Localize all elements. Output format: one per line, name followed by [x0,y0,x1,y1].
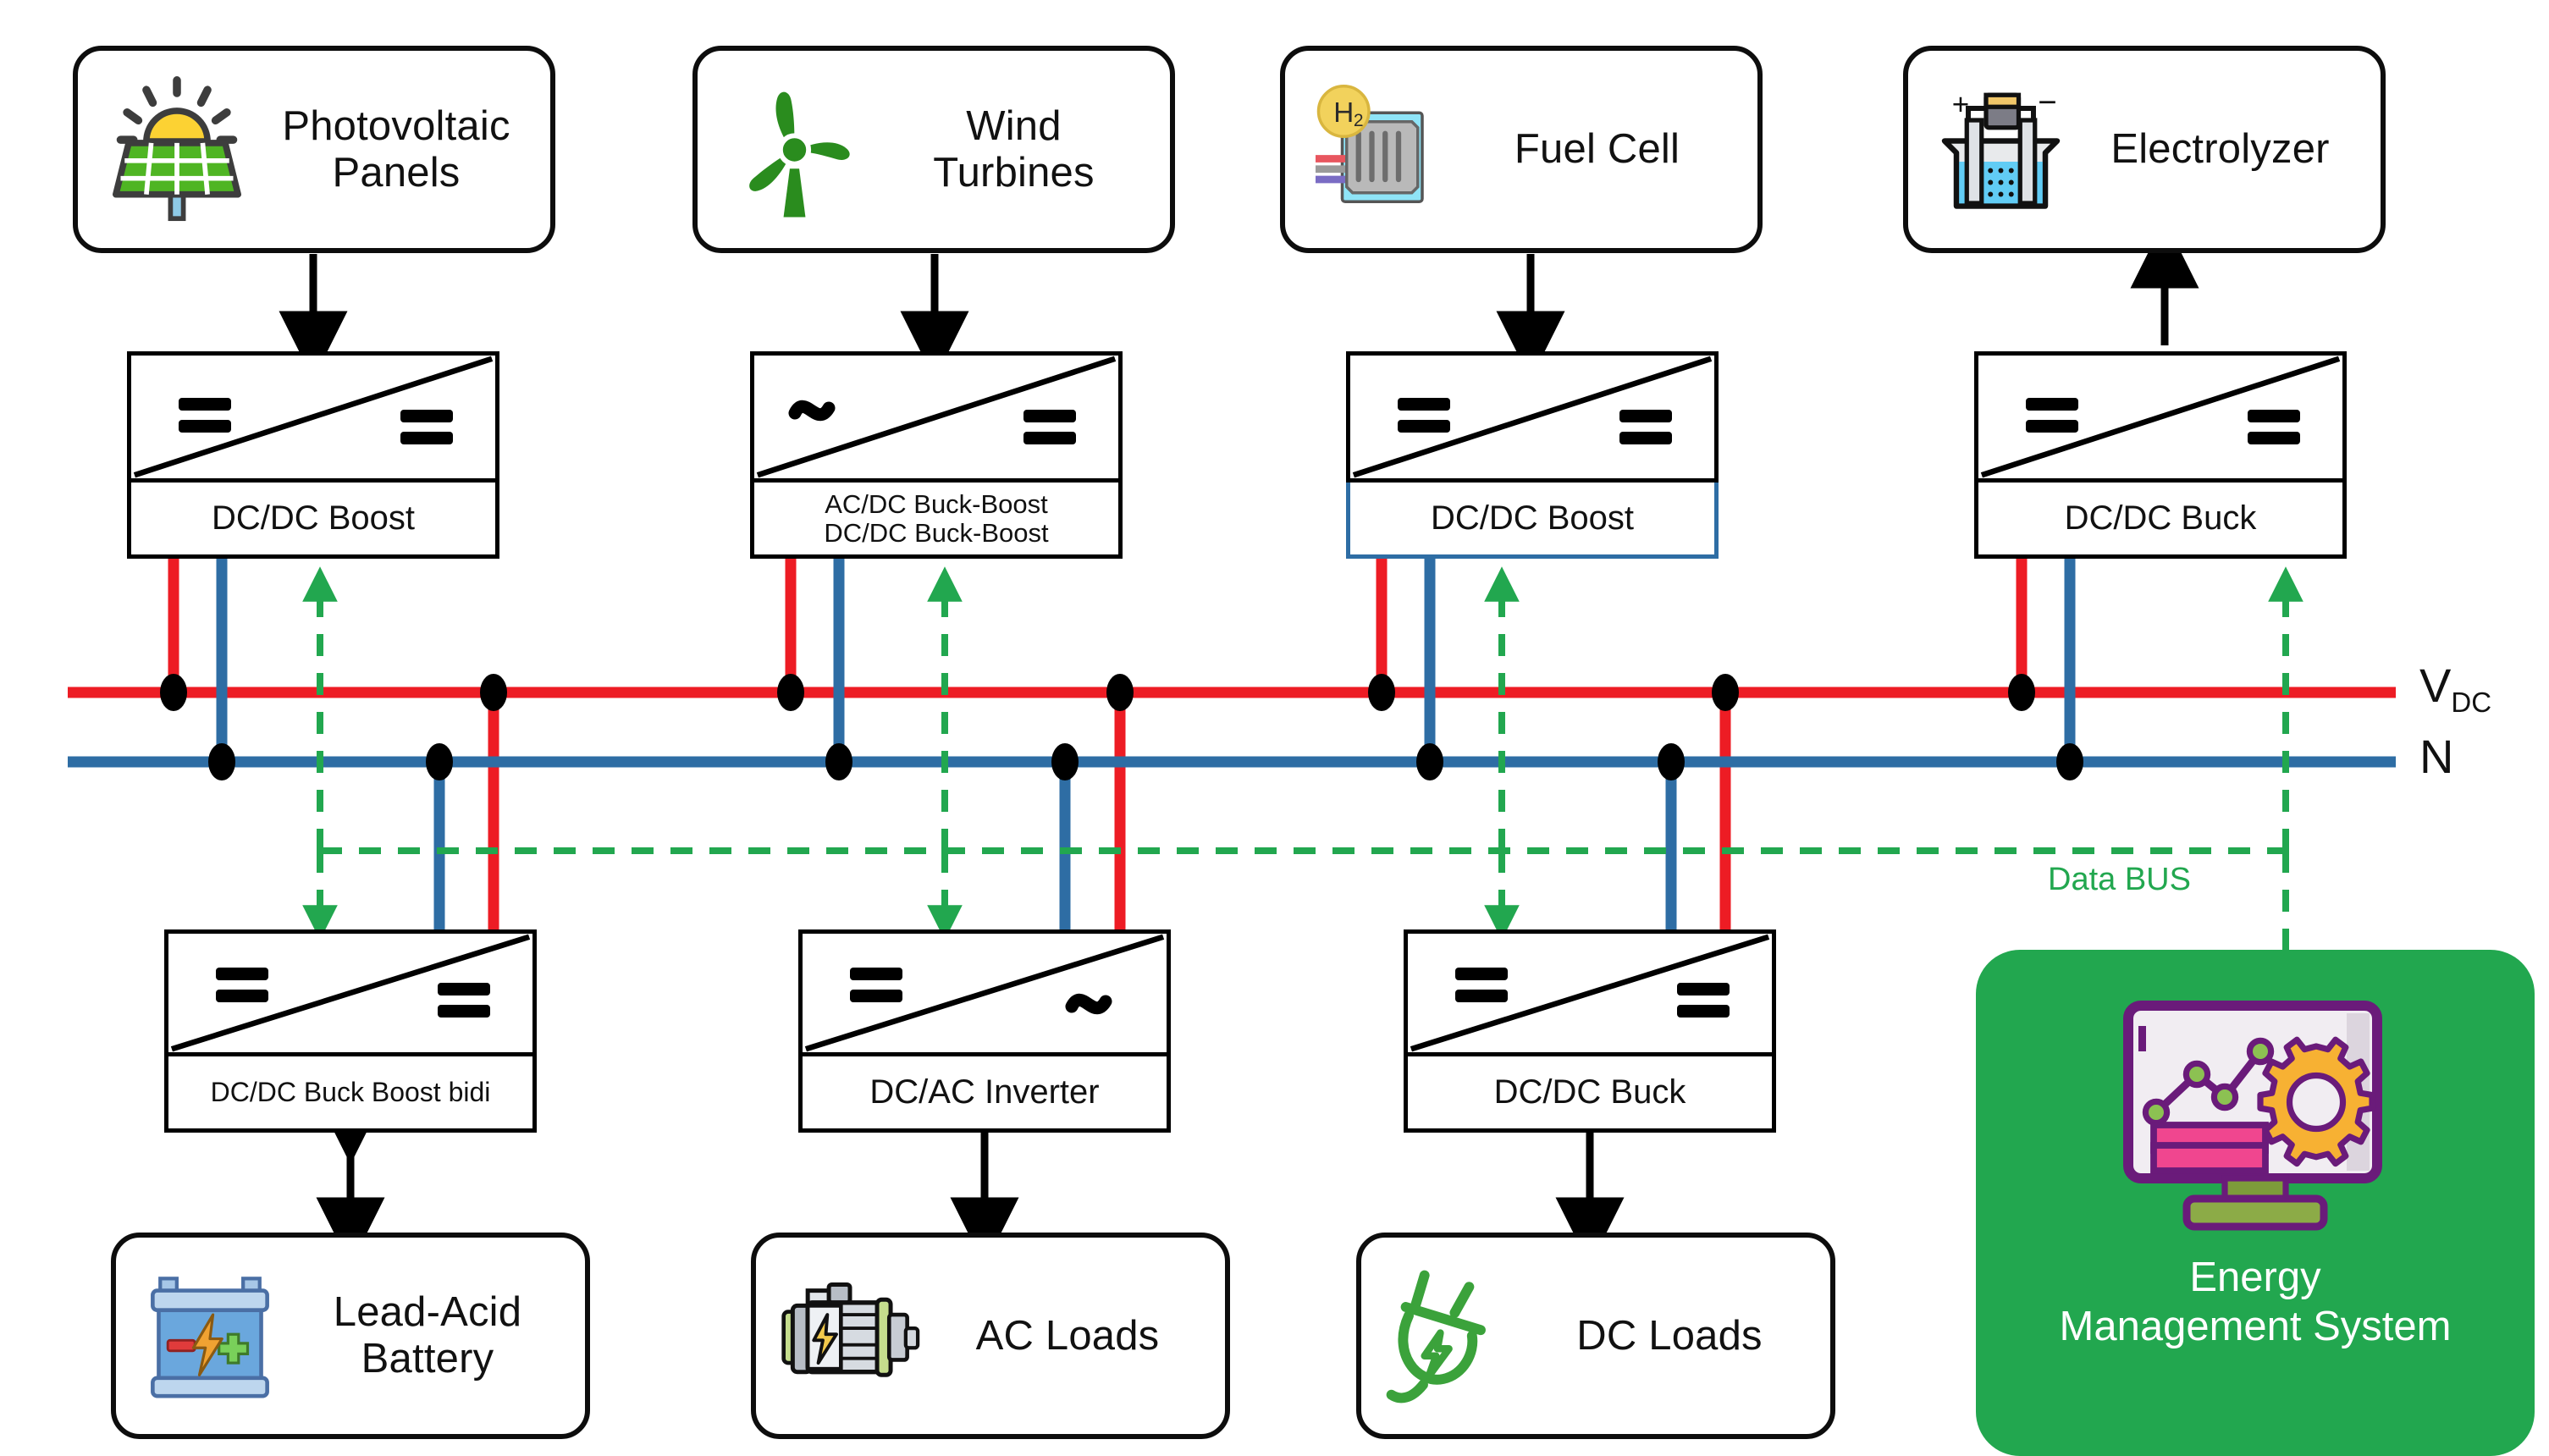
source-box-electrolyzer[interactable]: + − Electrolyzer [1903,46,2386,253]
car-battery-icon [135,1260,285,1412]
load-label-dcload: DC Loads [1576,1312,1763,1359]
converter-caption-electrolyzer: DC/DC Buck [1974,483,2347,559]
converter-caption-wind: AC/DC Buck-Boost DC/DC Buck-Boost [750,483,1123,559]
bus-label-n: N [2419,730,2454,783]
source-label-fuelcell: Fuel Cell [1514,126,1680,173]
converter-dcload[interactable]: DC/DC Buck [1404,929,1776,1133]
load-box-dcload[interactable]: DC Loads [1356,1233,1835,1439]
data-bus-label: Data BUS [2048,862,2191,897]
svg-text:2: 2 [1354,111,1364,130]
converter-wind[interactable]: AC/DC Buck-Boost DC/DC Buck-Boost [750,351,1123,559]
converter-battery[interactable]: DC/DC Buck Boost bidi [164,929,537,1133]
svg-text:+: + [1952,88,1969,121]
load-box-acload[interactable]: AC Loads [751,1233,1230,1439]
converter-electrolyzer[interactable]: DC/DC Buck [1974,351,2347,559]
source-box-wind[interactable]: Wind Turbines [692,46,1175,253]
monitor-gear-icon [2103,990,2408,1249]
ems-label: Energy Management System [2059,1255,2452,1349]
svg-text:−: − [2038,84,2056,120]
load-label-battery: Lead-Acid Battery [333,1289,522,1382]
converter-caption-pv: DC/DC Boost [127,483,499,559]
converter-pv[interactable]: DC/DC Boost [127,351,499,559]
source-label-pv: Photovoltaic Panels [282,102,510,196]
electrolyzer-icon: + − [1927,74,2075,226]
solar-panel-icon [97,67,257,232]
converter-symbol-pv [127,351,499,483]
converter-symbol-wind [750,351,1123,483]
converter-symbol-battery [164,929,537,1056]
power-plug-icon [1380,1260,1524,1411]
microgrid-diagram: Photovoltaic Panels Wind Turbines H 2 Fu… [0,0,2549,1456]
converter-symbol-electrolyzer [1974,351,2347,483]
data-bus [302,566,2303,995]
converter-symbol-dcload [1404,929,1776,1056]
fuel-cell-icon: H 2 [1304,74,1452,226]
converter-caption-inverter: DC/AC Inverter [798,1056,1171,1133]
converter-symbol-inverter [798,929,1171,1056]
ems-card[interactable]: Energy Management System [1976,950,2535,1456]
converter-symbol-fuelcell [1346,351,1719,483]
converter-inverter[interactable]: DC/AC Inverter [798,929,1171,1133]
source-to-converter-arrows [279,254,1565,380]
source-label-wind: Wind Turbines [933,102,1095,196]
converter-fuelcell[interactable]: DC/DC Boost [1346,351,1719,559]
converter-to-load-arrows [316,1095,1625,1266]
electric-motor-icon [775,1260,925,1411]
svg-text:H: H [1333,97,1354,128]
converter-caption-fuelcell: DC/DC Boost [1346,483,1719,559]
converter-caption-battery: DC/DC Buck Boost bidi [164,1056,537,1133]
source-label-electrolyzer: Electrolyzer [2110,126,2330,173]
load-label-acload: AC Loads [975,1312,1160,1359]
source-box-pv[interactable]: Photovoltaic Panels [73,46,555,253]
load-box-battery[interactable]: Lead-Acid Battery [111,1233,590,1439]
bus-label-vdc: VDC [2419,659,2492,719]
positive-dc-bus [68,559,2396,929]
converter-caption-dcload: DC/DC Buck [1404,1056,1776,1133]
neutral-dc-bus [68,559,2396,929]
wind-turbine-icon [716,69,873,230]
source-box-fuelcell[interactable]: H 2 Fuel Cell [1280,46,1763,253]
